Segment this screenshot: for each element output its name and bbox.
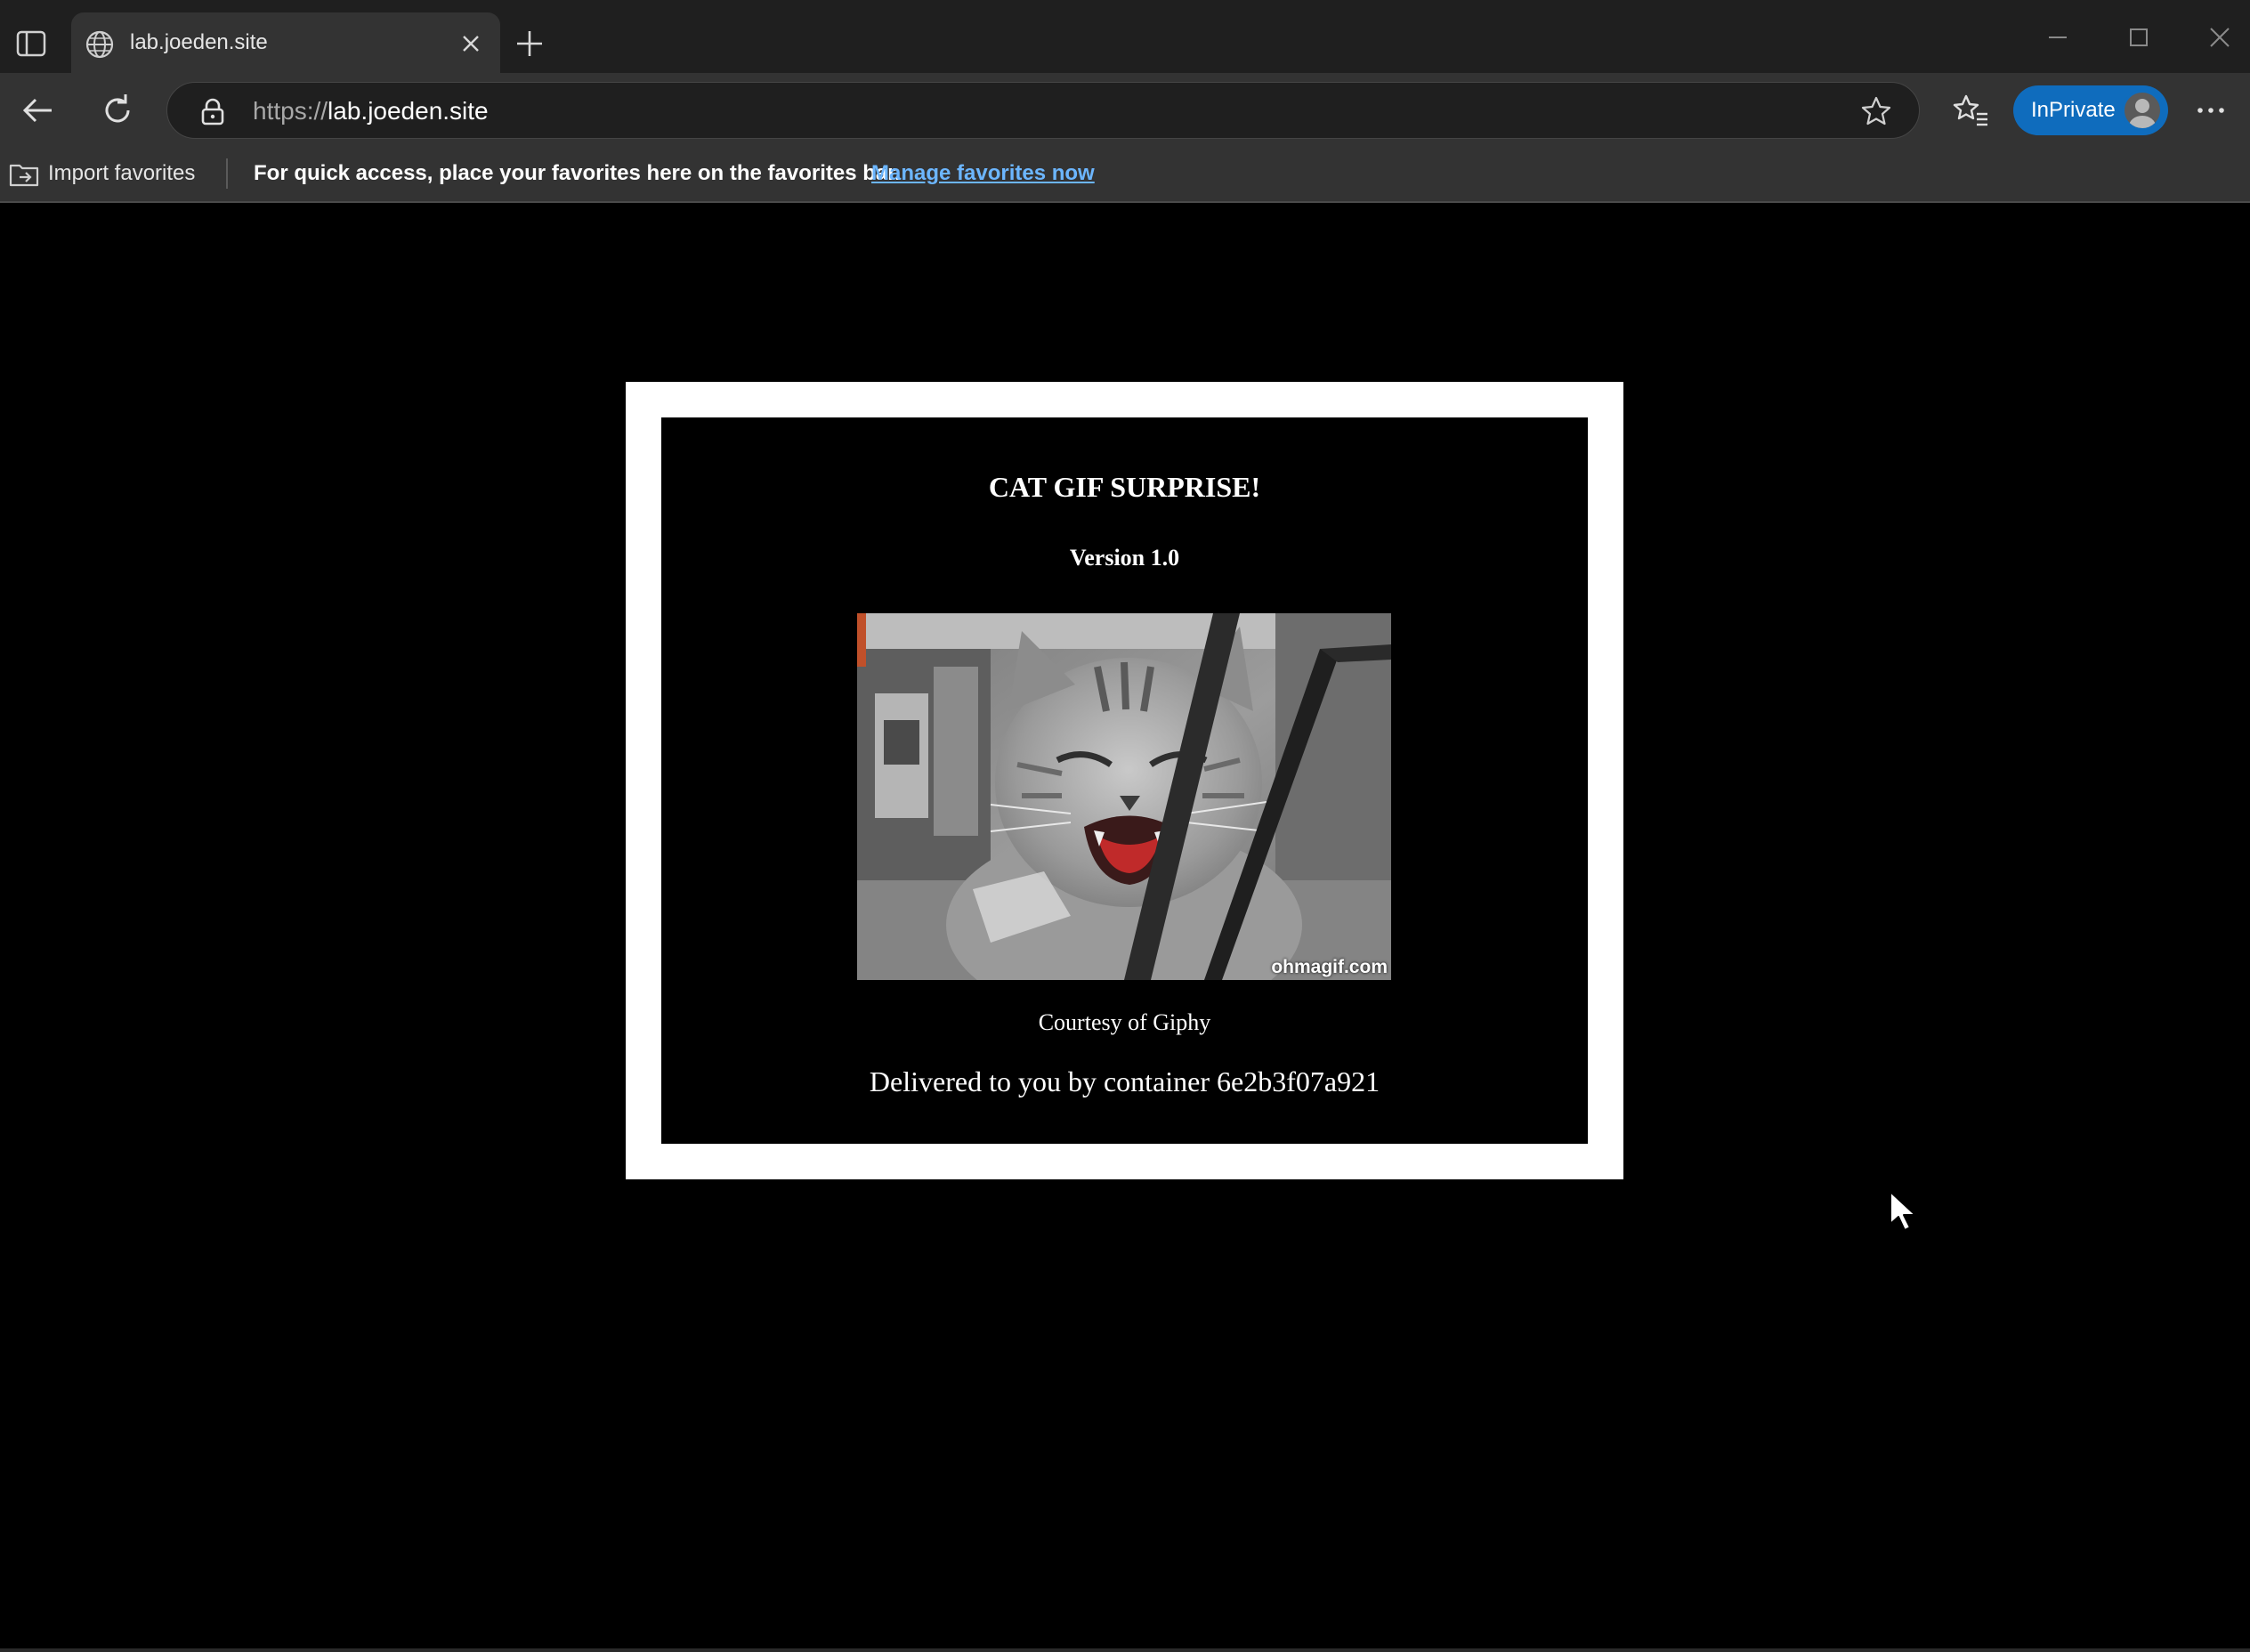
- close-icon[interactable]: [457, 30, 484, 57]
- favorites-icon[interactable]: [1951, 91, 1990, 130]
- navigation-toolbar: https://lab.joeden.site InPrivate: [0, 73, 2250, 148]
- manage-favorites-link[interactable]: Manage favorites now: [871, 159, 1095, 188]
- cat-gif-image: ohmagif.com: [857, 613, 1391, 980]
- minimize-icon[interactable]: [2040, 20, 2076, 55]
- page-title: CAT GIF SURPRISE!: [988, 471, 1261, 503]
- tab-title: lab.joeden.site: [130, 30, 268, 54]
- import-favorites-icon[interactable]: [9, 160, 39, 187]
- globe-icon: [85, 30, 114, 59]
- address-bar[interactable]: https://lab.joeden.site: [166, 82, 1920, 139]
- back-arrow-icon[interactable]: [18, 91, 57, 130]
- refresh-icon[interactable]: [98, 91, 137, 130]
- import-favorites-button[interactable]: Import favorites: [48, 159, 195, 188]
- inprivate-profile-button[interactable]: InPrivate: [2013, 85, 2168, 135]
- lock-icon[interactable]: [199, 97, 226, 126]
- url-scheme: https://: [253, 97, 328, 125]
- tab-actions-icon[interactable]: [16, 30, 46, 57]
- favorites-hint: For quick access, place your favorites h…: [254, 161, 901, 185]
- container-id-text: Delivered to you by container 6e2b3f07a9…: [869, 1065, 1380, 1097]
- mouse-cursor-icon: [1890, 1191, 1916, 1231]
- more-icon[interactable]: [2191, 91, 2230, 130]
- avatar: [2122, 90, 2163, 131]
- plus-icon[interactable]: [514, 28, 545, 59]
- tab-strip: lab.joeden.site: [0, 0, 2250, 73]
- active-tab[interactable]: lab.joeden.site: [71, 12, 500, 73]
- cat-illustration: [857, 613, 1391, 980]
- star-icon[interactable]: [1860, 95, 1892, 127]
- version-label: Version 1.0: [1069, 545, 1180, 571]
- url-text: https://lab.joeden.site: [253, 95, 489, 127]
- divider: [226, 158, 228, 189]
- person-icon: [2129, 99, 2156, 128]
- image-watermark: ohmagif.com: [1271, 957, 1388, 977]
- url-host: lab.joeden.site: [328, 97, 489, 125]
- image-credit: Courtesy of Giphy: [1038, 1009, 1211, 1035]
- content-frame: CAT GIF SURPRISE! Version 1.0 ohmagif.co…: [626, 382, 1623, 1179]
- page-viewport: CAT GIF SURPRISE! Version 1.0 ohmagif.co…: [0, 204, 2250, 1652]
- content-panel: CAT GIF SURPRISE! Version 1.0 ohmagif.co…: [661, 417, 1588, 1144]
- maximize-icon[interactable]: [2121, 20, 2157, 55]
- window-close-icon[interactable]: [2202, 20, 2238, 55]
- favorites-bar: Import favorites For quick access, place…: [0, 148, 2250, 203]
- window-bottom-edge: [0, 1648, 2250, 1652]
- inprivate-label: InPrivate: [2031, 98, 2116, 122]
